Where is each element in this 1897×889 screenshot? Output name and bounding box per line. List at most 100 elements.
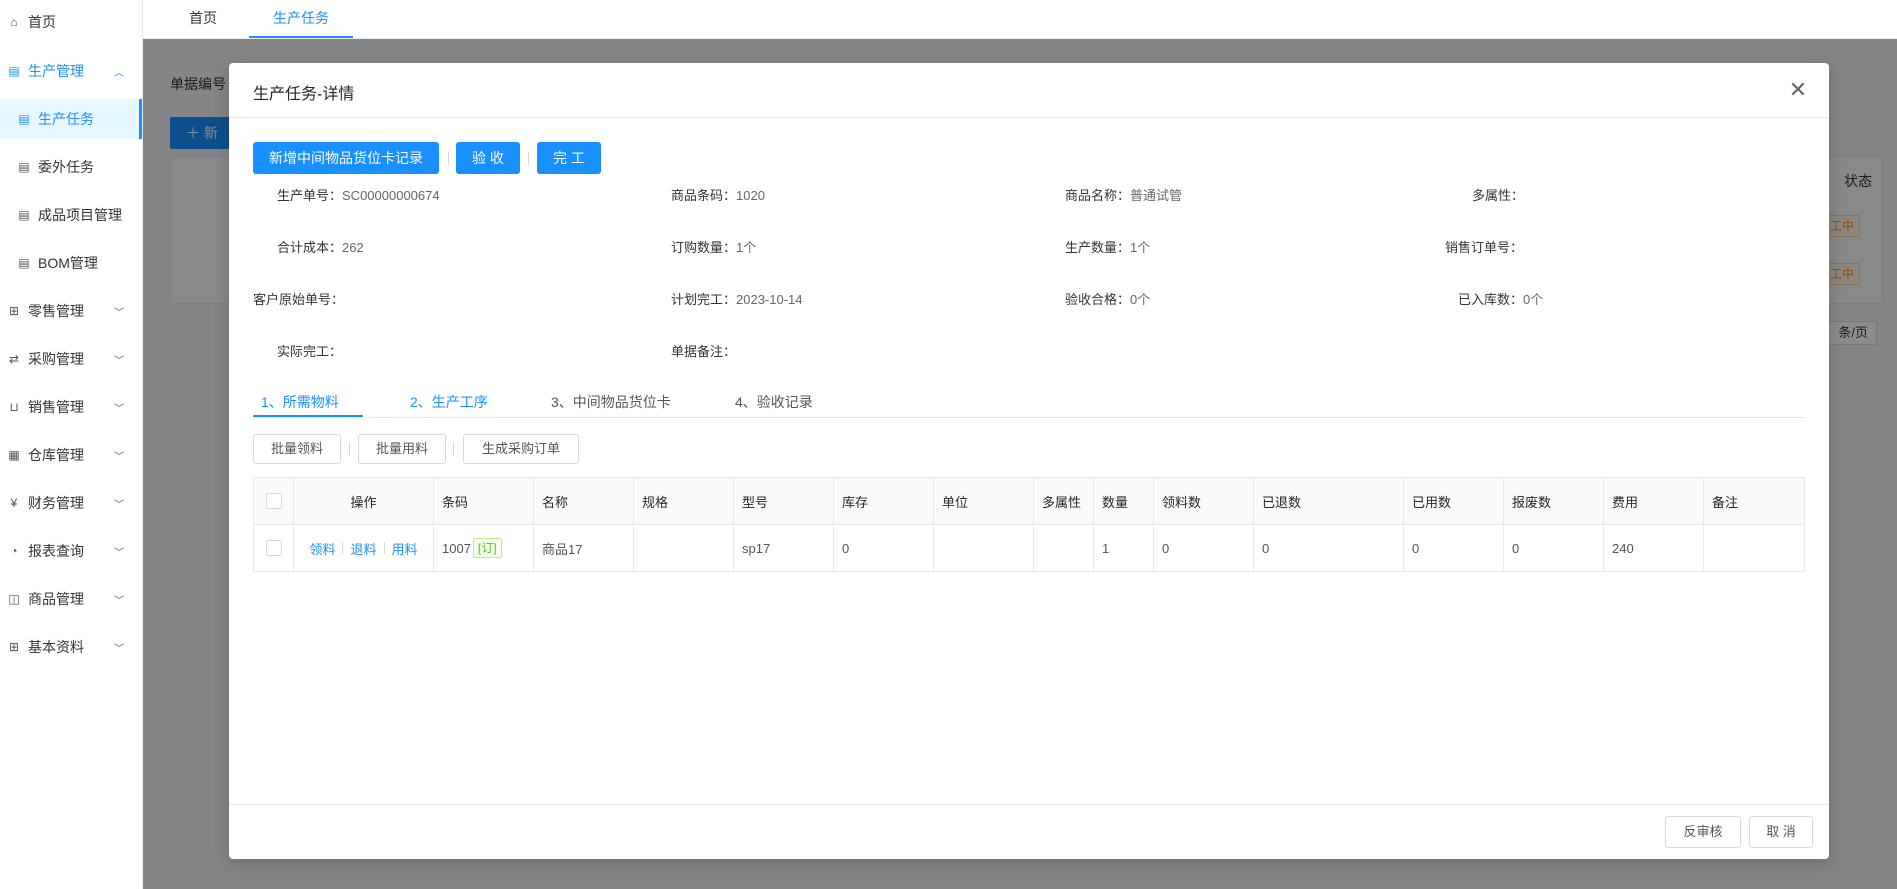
field-label: 多属性： <box>1472 188 1525 203</box>
field-order-qty: 订购数量：1个 <box>671 237 756 256</box>
barcode-cell: 1007 [订] <box>434 525 534 571</box>
tab-materials[interactable]: 1、所需物料 <box>261 392 339 412</box>
field-prod-qty: 生产数量：1个 <box>1065 237 1150 256</box>
batch-pick-button[interactable]: 批量领料 <box>253 434 341 464</box>
tab-processes[interactable]: 2、生产工序 <box>410 392 488 412</box>
sidebar-item-warehouse[interactable]: ▦ 仓库管理 ﹀ <box>0 435 142 475</box>
sidebar-item-label: 首页 <box>28 14 56 30</box>
divider <box>383 542 385 554</box>
field-remark: 单据备注： <box>671 341 736 360</box>
field-barcode: 商品条码：1020 <box>671 185 765 204</box>
field-total-cost: 合计成本：262 <box>277 237 364 256</box>
sidebar-item-home[interactable]: ⌂ 首页 <box>0 2 142 42</box>
field-label: 已入库数： <box>1458 292 1524 307</box>
sidebar-item-basic-data[interactable]: ⊞ 基本资料 ﹀ <box>0 627 142 667</box>
header-cell: 费用 <box>1604 478 1704 524</box>
sidebar-item-production-task[interactable]: ▤ 生产任务 <box>0 99 142 139</box>
chevron-down-icon: ﹀ <box>114 499 124 511</box>
tab-production-task[interactable]: 生产任务 <box>249 0 353 38</box>
divider <box>528 151 529 165</box>
sidebar-item-outsource-task[interactable]: ▤ 委外任务 <box>0 147 142 187</box>
picked-cell: 0 <box>1154 525 1254 571</box>
header-cell: 已用数 <box>1404 478 1504 524</box>
qty-cell: 1 <box>1094 525 1154 571</box>
sidebar-item-label: BOM管理 <box>38 255 98 271</box>
batch-use-button[interactable]: 批量用料 <box>358 434 446 464</box>
field-label: 合计成本： <box>277 240 343 255</box>
field-value: 普通试管 <box>1130 188 1183 203</box>
pick-link[interactable]: 领料 <box>309 539 335 558</box>
sidebar-item-retail[interactable]: ⊞ 零售管理 ﹀ <box>0 291 142 331</box>
sidebar-item-label: 基本资料 <box>28 639 84 655</box>
field-value: 262 <box>342 240 364 255</box>
tab-location-cards[interactable]: 3、中间物品货位卡 <box>551 392 671 412</box>
model-cell: sp17 <box>734 525 834 571</box>
doc-icon: ▤ <box>8 64 20 78</box>
name-cell: 商品17 <box>534 525 634 571</box>
spec-cell <box>634 525 734 571</box>
materials-table: 操作 条码 名称 规格 型号 库存 单位 多属性 数量 领料数 已退数 已用数 … <box>253 477 1805 572</box>
field-label: 生产数量： <box>1065 240 1131 255</box>
divider <box>342 542 344 554</box>
sidebar-item-label: 采购管理 <box>28 351 84 367</box>
remark-cell <box>1704 525 1804 571</box>
field-goods-name: 商品名称：普通试管 <box>1065 185 1182 204</box>
reverse-audit-button[interactable]: 反审核 <box>1665 816 1741 848</box>
use-link[interactable]: 用料 <box>392 539 418 558</box>
accept-button[interactable]: 验 收 <box>456 142 520 174</box>
field-label: 生产单号： <box>277 188 343 203</box>
header-cell: 已退数 <box>1254 478 1404 524</box>
sidebar-item-label: 商品管理 <box>28 591 84 607</box>
finance-icon: ¥ <box>10 496 18 510</box>
sidebar-item-bom[interactable]: ▤ BOM管理 <box>0 243 142 283</box>
sidebar-item-product-project[interactable]: ▤ 成品项目管理 <box>0 195 142 235</box>
modal-title: 生产任务-详情 <box>253 86 355 103</box>
field-value: 1个 <box>1130 240 1151 255</box>
sidebar-item-reports[interactable]: ◔ 报表查询 ﹀ <box>0 531 142 571</box>
field-value: 1个 <box>736 240 757 255</box>
sidebar-item-label: 零售管理 <box>28 303 84 319</box>
header-cell: 条码 <box>434 478 534 524</box>
operations-cell: 领料 退料 用料 <box>294 525 434 571</box>
doc-icon: ▤ <box>18 112 30 126</box>
header-cell: 规格 <box>634 478 734 524</box>
return-link[interactable]: 退料 <box>350 539 376 558</box>
create-purchase-order-button[interactable]: 生成采购订单 <box>463 434 579 464</box>
chevron-down-icon: ﹀ <box>114 595 124 607</box>
field-qualified: 验收合格：0个 <box>1065 289 1150 308</box>
select-all-checkbox[interactable] <box>265 493 282 509</box>
modal-footer: 反审核 取 消 <box>229 804 1829 859</box>
chevron-down-icon: ﹀ <box>114 355 124 367</box>
sidebar: ⌂ 首页 ▤ 生产管理 ︿ ▤ 生产任务 ▤ 委外任务 ▤ 成品项目管理 ▤ B… <box>0 0 143 889</box>
table-row: 领料 退料 用料 1007 [订] 商品17 sp17 0 1 0 0 0 0 240 <box>254 525 1804 571</box>
detail-modal: 生产任务-详情 ✕ 新增中间物品货位卡记录 验 收 完 工 生产单号：SC000… <box>229 63 1829 859</box>
barcode-value: 1007 <box>442 540 471 556</box>
sidebar-item-label: 销售管理 <box>28 399 84 415</box>
field-actual-finish: 实际完工： <box>277 341 342 360</box>
field-label: 商品条码： <box>671 188 737 203</box>
sidebar-item-goods[interactable]: ◫ 商品管理 ﹀ <box>0 579 142 619</box>
add-location-card-button[interactable]: 新增中间物品货位卡记录 <box>253 142 439 174</box>
home-icon: ⌂ <box>10 15 18 29</box>
sidebar-item-purchase[interactable]: ⇄ 采购管理 ﹀ <box>0 339 142 379</box>
field-value: 2023-10-14 <box>736 292 803 307</box>
row-checkbox[interactable] <box>265 540 282 556</box>
cancel-button[interactable]: 取 消 <box>1749 816 1813 848</box>
chevron-down-icon: ﹀ <box>114 643 124 655</box>
field-prod-no: 生产单号：SC00000000674 <box>277 185 440 204</box>
returned-cell: 0 <box>1254 525 1404 571</box>
sidebar-item-production[interactable]: ▤ 生产管理 ︿ <box>0 51 142 91</box>
gift-icon: ⊞ <box>8 304 20 318</box>
header-cell: 库存 <box>834 478 934 524</box>
tab-home[interactable]: 首页 <box>173 0 233 38</box>
header-cell: 备注 <box>1712 494 1739 510</box>
field-label: 订购数量： <box>671 240 737 255</box>
sidebar-item-finance[interactable]: ¥ 财务管理 ﹀ <box>0 483 142 523</box>
sidebar-item-sales[interactable]: ⊔ 销售管理 ﹀ <box>0 387 142 427</box>
close-icon[interactable]: ✕ <box>1783 75 1813 105</box>
scrapped-cell: 0 <box>1504 525 1604 571</box>
finish-button[interactable]: 完 工 <box>537 142 601 174</box>
stock-cell: 0 <box>834 525 934 571</box>
tab-acceptance-records[interactable]: 4、验收记录 <box>735 392 813 412</box>
header-cell: 操作 <box>294 478 434 524</box>
